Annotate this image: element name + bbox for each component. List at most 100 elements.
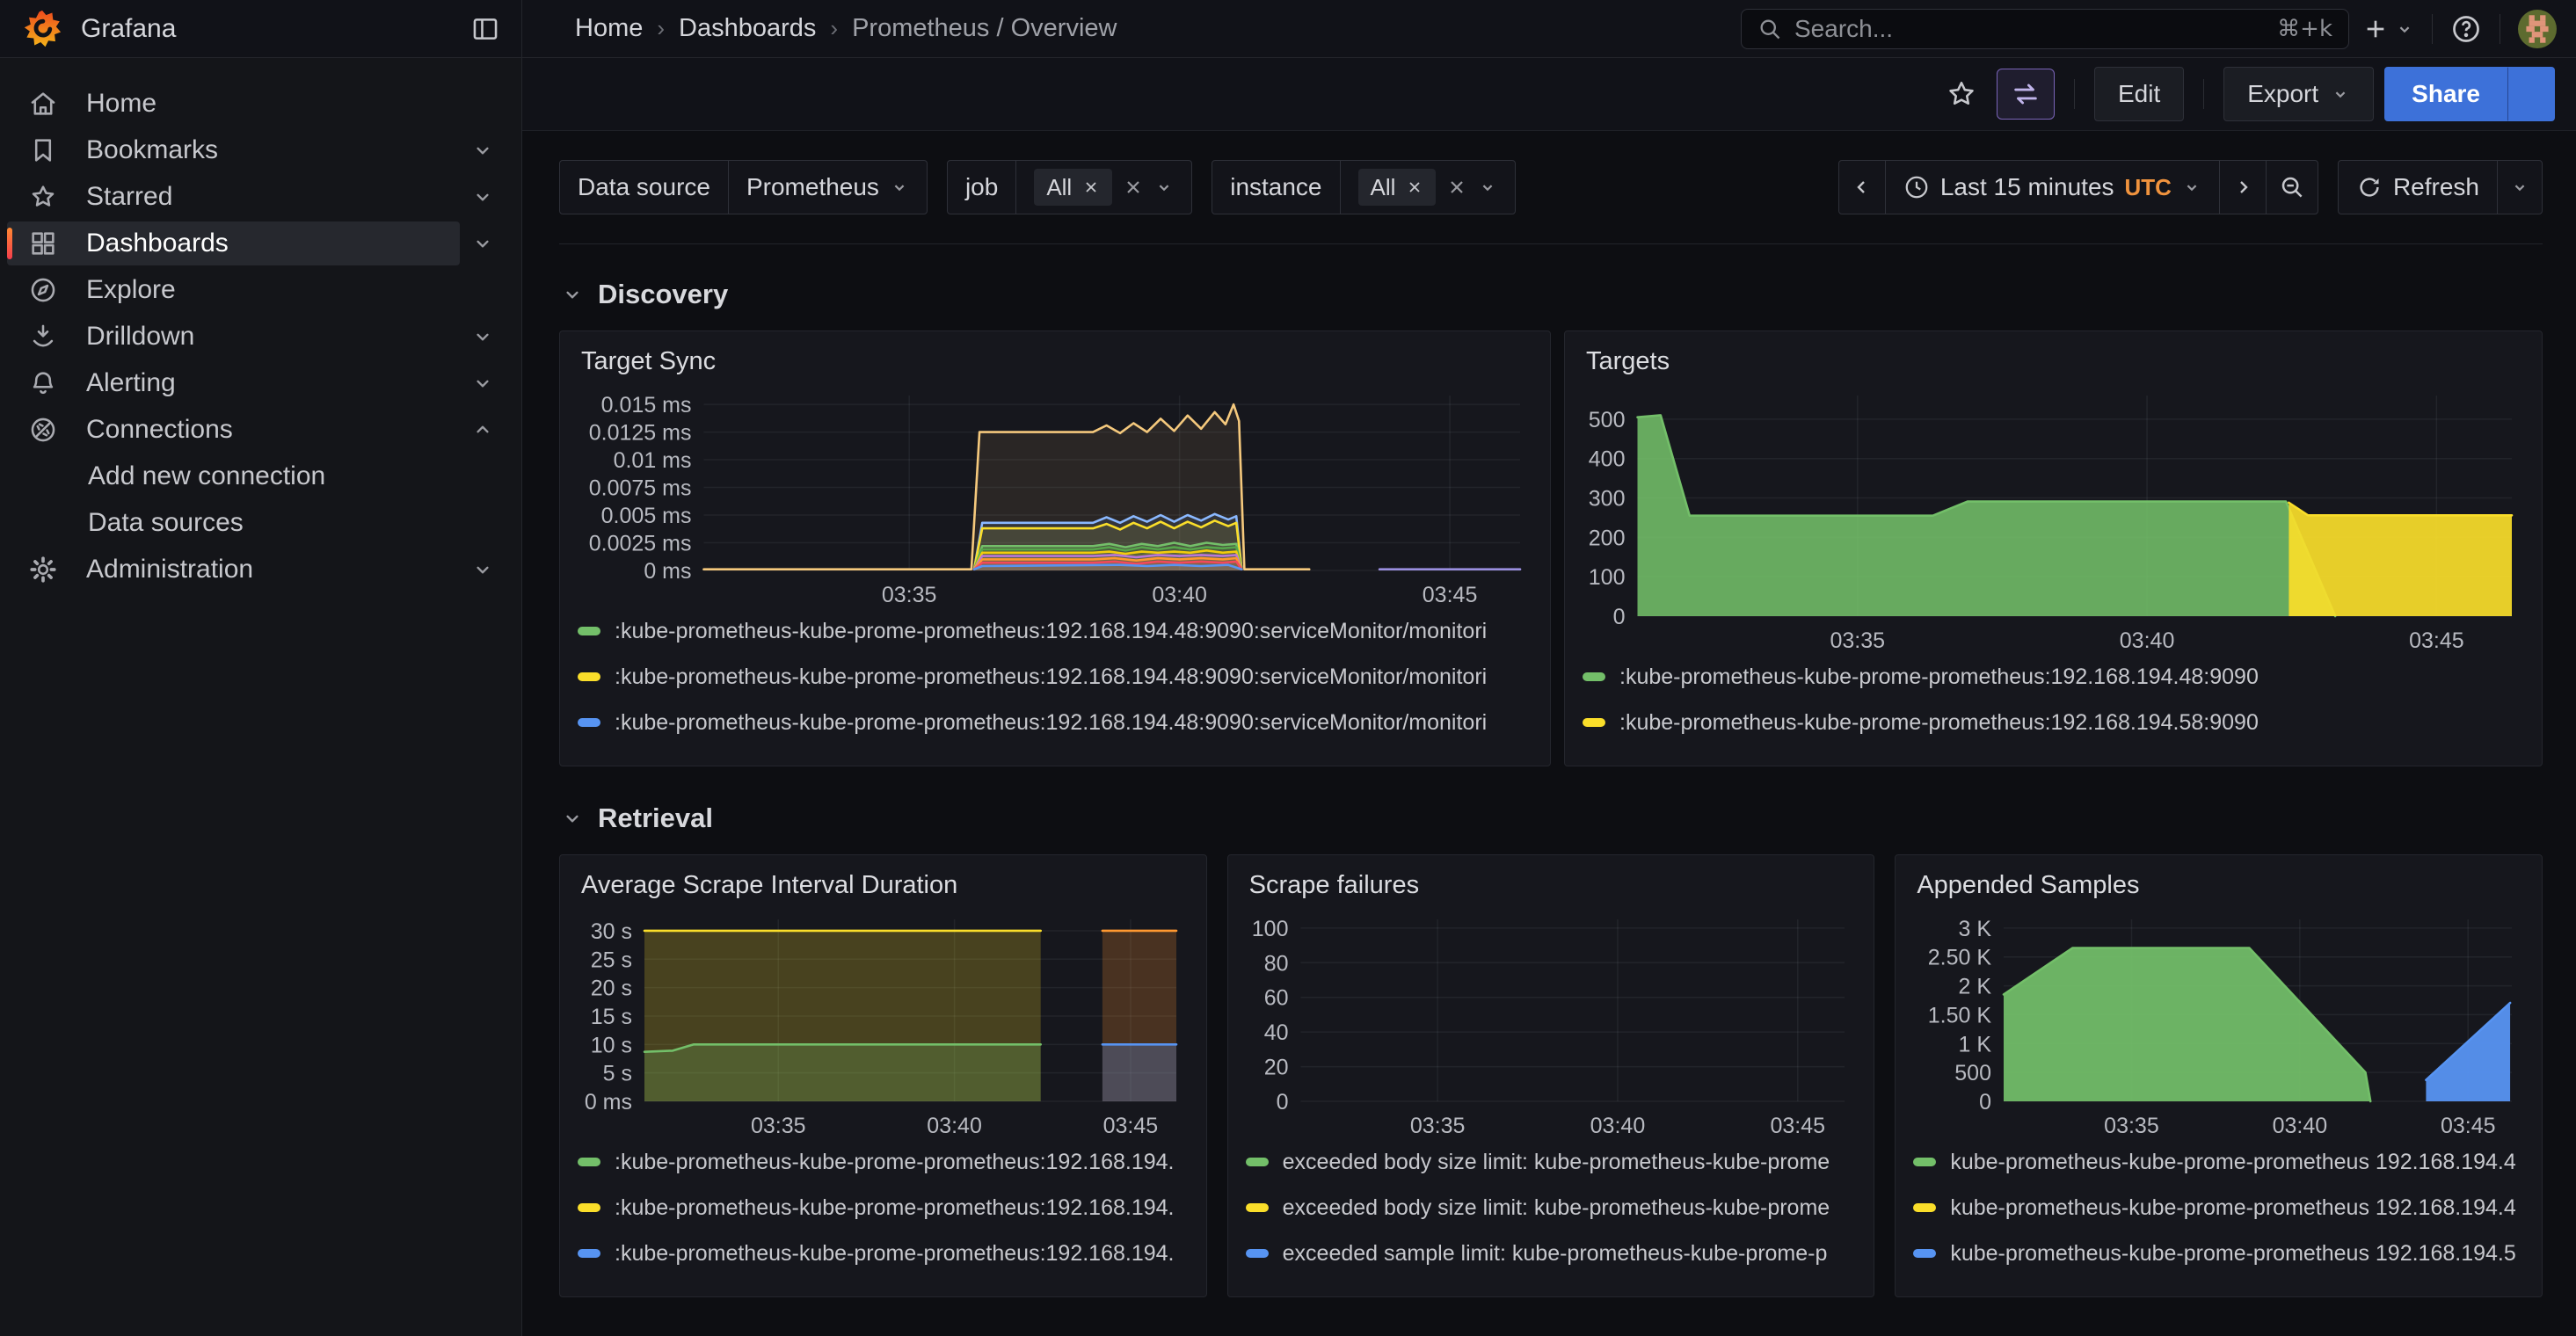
clear-icon[interactable] <box>1446 177 1467 198</box>
svg-text:03:45: 03:45 <box>1103 1114 1159 1138</box>
chevron-down-icon[interactable] <box>460 221 506 265</box>
legend-item[interactable]: :kube-prometheus-kube-prome-prometheus:1… <box>578 709 1532 736</box>
sidebar-item-bookmarks: Bookmarks <box>0 127 521 173</box>
legend-color-mark <box>1913 1158 1936 1166</box>
share-menu-button[interactable] <box>2507 67 2555 121</box>
sidebar-link-administration[interactable]: Administration <box>7 548 460 592</box>
time-range-picker[interactable]: Last 15 minutes UTC <box>1885 161 2219 214</box>
chart-target-sync[interactable]: 0 ms0.0025 ms0.005 ms0.0075 ms0.01 ms0.0… <box>578 385 1532 609</box>
sidebar-link-drilldown[interactable]: Drilldown <box>7 315 460 359</box>
chart-scrape-failures[interactable]: 02040608010003:3503:4003:45 <box>1246 909 1857 1140</box>
panel-title[interactable]: Targets <box>1586 347 2524 376</box>
svg-text:500: 500 <box>1589 408 1626 432</box>
time-shift-back-button[interactable] <box>1839 161 1885 214</box>
svg-text:0.005 ms: 0.005 ms <box>601 504 692 528</box>
chevron-down-icon[interactable] <box>1154 178 1174 197</box>
svg-text:2 K: 2 K <box>1959 975 1992 999</box>
sidebar-item-administration: Administration <box>0 547 521 592</box>
chevron-down-icon[interactable] <box>460 315 506 359</box>
sidebar-link-alerting[interactable]: Alerting <box>7 361 460 405</box>
sidebar-link-connections[interactable]: Connections <box>7 408 460 452</box>
swap-arrows-toggle-button[interactable] <box>1997 69 2055 120</box>
svg-text:500: 500 <box>1955 1061 1992 1086</box>
remove-icon[interactable] <box>1082 178 1100 196</box>
svg-text:03:45: 03:45 <box>1770 1114 1825 1138</box>
add-new-button[interactable] <box>2361 15 2414 43</box>
svg-text:2.50 K: 2.50 K <box>1928 946 1992 970</box>
remove-icon[interactable] <box>1406 178 1423 196</box>
legend-item[interactable]: kube-prometheus-kube-prome-prometheus 19… <box>1913 1149 2524 1175</box>
sidebar-subitem-add-new-connection[interactable]: Add new connection <box>0 454 521 499</box>
sidebar-link-explore[interactable]: Explore <box>7 268 506 312</box>
dashboard-canvas: Discovery Target Sync 0 ms 0.0025 ms 0.005 m… <box>522 244 2576 1336</box>
panel-title[interactable]: Appended Samples <box>1917 871 2524 900</box>
refresh-button[interactable]: Refresh <box>2339 161 2497 214</box>
chart-average-scrape-interval-duration[interactable]: 0 ms5 s10 s15 s20 s25 s30 s03:3503:4003:… <box>578 909 1189 1140</box>
share-button[interactable]: Share <box>2384 67 2507 121</box>
clock-icon <box>1903 174 1930 200</box>
export-button[interactable]: Export <box>2223 67 2374 121</box>
section-header-discovery[interactable]: Discovery <box>561 276 2543 313</box>
svg-text:03:40: 03:40 <box>2273 1114 2328 1138</box>
legend-item[interactable]: :kube-prometheus-kube-prome-prometheus:1… <box>1583 664 2524 690</box>
svg-text:5 s: 5 s <box>603 1062 632 1086</box>
svg-text:15 s: 15 s <box>591 1005 632 1029</box>
legend-item[interactable]: :kube-prometheus-kube-prome-prometheus:1… <box>578 618 1532 644</box>
chevron-down-icon[interactable] <box>460 548 506 592</box>
search-input[interactable]: ⌘+k <box>1741 9 2349 49</box>
sidebar-link-bookmarks[interactable]: Bookmarks <box>7 128 460 172</box>
sidebar-collapse-icon[interactable] <box>470 14 500 44</box>
panel-title[interactable]: Average Scrape Interval Duration <box>581 871 1189 900</box>
chevron-down-icon[interactable] <box>460 175 506 219</box>
zoom-out-button[interactable] <box>2266 161 2318 214</box>
grafana-logo-icon <box>23 10 62 48</box>
breadcrumb-item-home[interactable]: Home <box>575 14 643 43</box>
chevron-up-icon[interactable] <box>460 408 506 452</box>
sidebar-link-dashboards[interactable]: Dashboards <box>7 221 460 265</box>
clear-icon[interactable] <box>1123 177 1144 198</box>
panel-title[interactable]: Target Sync <box>581 347 1532 376</box>
legend-item[interactable]: exceeded body size limit: kube-prometheu… <box>1246 1149 1857 1175</box>
job-value-chip[interactable]: All <box>1034 169 1112 206</box>
sidebar-item-alerting: Alerting <box>0 360 521 406</box>
legend-item[interactable]: :kube-prometheus-kube-prome-prometheus:1… <box>1583 709 2524 736</box>
legend-item[interactable]: kube-prometheus-kube-prome-prometheus 19… <box>1913 1194 2524 1221</box>
chevron-down-icon[interactable] <box>460 128 506 172</box>
instance-value-chip[interactable]: All <box>1358 169 1437 206</box>
legend-item[interactable]: kube-prometheus-kube-prome-prometheus 19… <box>1913 1240 2524 1267</box>
sidebar-link-home[interactable]: Home <box>7 82 506 126</box>
breadcrumb-separator: › <box>657 15 665 42</box>
user-avatar[interactable] <box>2518 10 2557 48</box>
svg-text:0 ms: 0 ms <box>585 1090 632 1115</box>
active-indicator <box>7 228 12 259</box>
edit-button[interactable]: Edit <box>2094 67 2184 121</box>
chart-targets[interactable]: 010020030040050003:3503:4003:45 <box>1583 385 2524 655</box>
datasource-label: Data source <box>560 161 728 214</box>
chevron-down-icon[interactable] <box>460 361 506 405</box>
bell-icon <box>28 368 58 398</box>
panel-title[interactable]: Scrape failures <box>1249 871 1857 900</box>
legend-item[interactable]: :kube-prometheus-kube-prome-prometheus:1… <box>578 1194 1189 1221</box>
datasource-value[interactable]: Prometheus <box>728 161 927 214</box>
legend-item[interactable]: :kube-prometheus-kube-prome-prometheus:1… <box>578 664 1532 690</box>
legend-item[interactable]: :kube-prometheus-kube-prome-prometheus:1… <box>578 1149 1189 1175</box>
legend-item[interactable]: exceeded sample limit: kube-prometheus-k… <box>1246 1240 1857 1267</box>
help-icon[interactable] <box>2450 13 2482 45</box>
legend-item[interactable]: exceeded body size limit: kube-prometheu… <box>1246 1194 1857 1221</box>
sidebar-subitem-data-sources[interactable]: Data sources <box>0 500 521 546</box>
legend-label: kube-prometheus-kube-prome-prometheus 19… <box>1950 1150 2515 1175</box>
time-shift-forward-button[interactable] <box>2219 161 2266 214</box>
sidebar-item-label: Home <box>86 89 156 119</box>
breadcrumb-item-dashboards[interactable]: Dashboards <box>679 14 816 43</box>
star-dashboard-button[interactable] <box>1937 69 1986 119</box>
search-field[interactable] <box>1794 15 2265 43</box>
section-header-retrieval[interactable]: Retrieval <box>561 800 2543 837</box>
panel-appended-samples: Appended Samples05001 K1.50 K2 K2.50 K3 … <box>1895 854 2543 1297</box>
svg-text:1.50 K: 1.50 K <box>1928 1003 1992 1027</box>
chart-appended-samples[interactable]: 05001 K1.50 K2 K2.50 K3 K03:3503:4003:45 <box>1913 909 2524 1140</box>
svg-text:0.0025 ms: 0.0025 ms <box>589 532 692 556</box>
refresh-interval-button[interactable] <box>2497 161 2542 214</box>
chevron-down-icon[interactable] <box>1478 178 1497 197</box>
legend-item[interactable]: :kube-prometheus-kube-prome-prometheus:1… <box>578 1240 1189 1267</box>
sidebar-link-starred[interactable]: Starred <box>7 175 460 219</box>
